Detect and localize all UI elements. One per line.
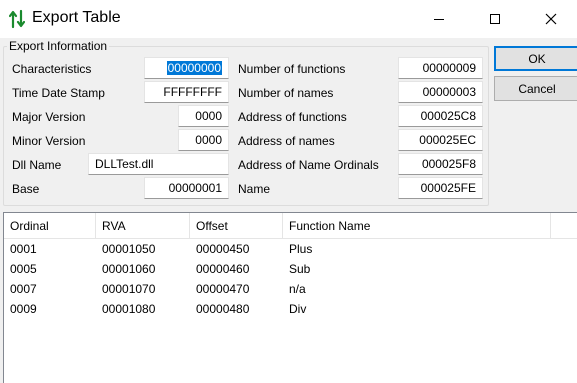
time-date-stamp-field[interactable]: FFFFFFFF: [144, 81, 229, 103]
time-date-stamp-value: FFFFFFFF: [163, 85, 222, 99]
maximize-button[interactable]: [472, 0, 518, 38]
rva-cell: 00001050: [102, 242, 156, 256]
minimize-icon: [434, 19, 444, 20]
ordinal-cell: 0007: [10, 282, 37, 296]
function-name-cell: Sub: [289, 262, 311, 276]
base-value: 00000001: [168, 181, 222, 195]
offset-cell: 00000460: [196, 262, 250, 276]
base-field[interactable]: 00000001: [144, 177, 229, 199]
group-title: Export Information: [7, 39, 110, 53]
function-name-cell: Div: [289, 302, 307, 316]
minor-version-value: 0000: [195, 133, 222, 147]
column-header-function-name[interactable]: Function Name: [283, 213, 551, 239]
address-of-name-ordinals-label: Address of Name Ordinals: [238, 158, 379, 172]
address-of-functions-field[interactable]: 000025C8: [398, 105, 483, 127]
major-version-field[interactable]: 0000: [178, 105, 229, 127]
name-label: Name: [238, 182, 271, 196]
ordinal-cell: 0009: [10, 302, 37, 316]
close-button[interactable]: [528, 0, 574, 38]
name-field[interactable]: 000025FE: [398, 177, 483, 199]
minor-version-label: Minor Version: [12, 134, 86, 148]
cancel-button[interactable]: Cancel: [494, 76, 577, 101]
dll-name-field[interactable]: DLLTest.dll: [88, 153, 229, 175]
function-name-cell: n/a: [289, 282, 306, 296]
characteristics-field[interactable]: 00000000: [144, 57, 229, 79]
address-of-names-label: Address of names: [238, 134, 335, 148]
ok-button[interactable]: OK: [494, 46, 577, 71]
minor-version-field[interactable]: 0000: [178, 129, 229, 151]
rva-cell: 00001080: [102, 302, 156, 316]
number-of-names-label: Number of names: [238, 86, 334, 100]
function-name-cell: Plus: [289, 242, 313, 256]
title-bar: Export Table: [0, 0, 577, 38]
number-of-functions-value: 00000009: [422, 61, 476, 75]
close-icon: [545, 13, 557, 25]
window-title: Export Table: [32, 9, 121, 26]
rva-cell: 00001060: [102, 262, 156, 276]
table-row[interactable]: 0005 00001060 00000460 Sub: [4, 259, 577, 279]
address-of-name-ordinals-value: 000025F8: [421, 157, 476, 171]
characteristics-value: 00000000: [166, 61, 222, 75]
address-of-names-value: 000025EC: [419, 133, 476, 147]
ordinal-cell: 0005: [10, 262, 37, 276]
characteristics-label: Characteristics: [12, 62, 92, 76]
ordinal-cell: 0001: [10, 242, 37, 256]
time-date-stamp-label: Time Date Stamp: [12, 86, 105, 100]
major-version-label: Major Version: [12, 110, 86, 124]
maximize-icon: [490, 14, 500, 24]
number-of-functions-field[interactable]: 00000009: [398, 57, 483, 79]
column-header-offset[interactable]: Offset: [190, 213, 283, 239]
address-of-names-field[interactable]: 000025EC: [398, 129, 483, 151]
list-header: Ordinal RVA Offset Function Name: [4, 213, 577, 239]
table-row[interactable]: 0009 00001080 00000480 Div: [4, 299, 577, 319]
dll-name-label: Dll Name: [12, 158, 62, 172]
offset-cell: 00000470: [196, 282, 250, 296]
table-row[interactable]: 0001 00001050 00000450 Plus: [4, 239, 577, 259]
number-of-names-value: 00000003: [422, 85, 476, 99]
minimize-button[interactable]: [416, 0, 462, 38]
address-of-functions-label: Address of functions: [238, 110, 347, 124]
table-row[interactable]: 0007 00001070 00000470 n/a: [4, 279, 577, 299]
rva-cell: 00001070: [102, 282, 156, 296]
address-of-name-ordinals-field[interactable]: 000025F8: [398, 153, 483, 175]
major-version-value: 0000: [195, 109, 222, 123]
name-value: 000025FE: [420, 181, 476, 195]
base-label: Base: [12, 182, 40, 196]
column-header-ordinal[interactable]: Ordinal: [4, 213, 96, 239]
address-of-functions-value: 000025C8: [420, 109, 476, 123]
export-arrows-icon: [8, 9, 26, 29]
column-header-rva[interactable]: RVA: [96, 213, 190, 239]
number-of-functions-label: Number of functions: [238, 62, 346, 76]
offset-cell: 00000450: [196, 242, 250, 256]
number-of-names-field[interactable]: 00000003: [398, 81, 483, 103]
export-functions-list[interactable]: Ordinal RVA Offset Function Name 0001 00…: [3, 212, 577, 383]
dll-name-value: DLLTest.dll: [95, 157, 154, 171]
offset-cell: 00000480: [196, 302, 250, 316]
